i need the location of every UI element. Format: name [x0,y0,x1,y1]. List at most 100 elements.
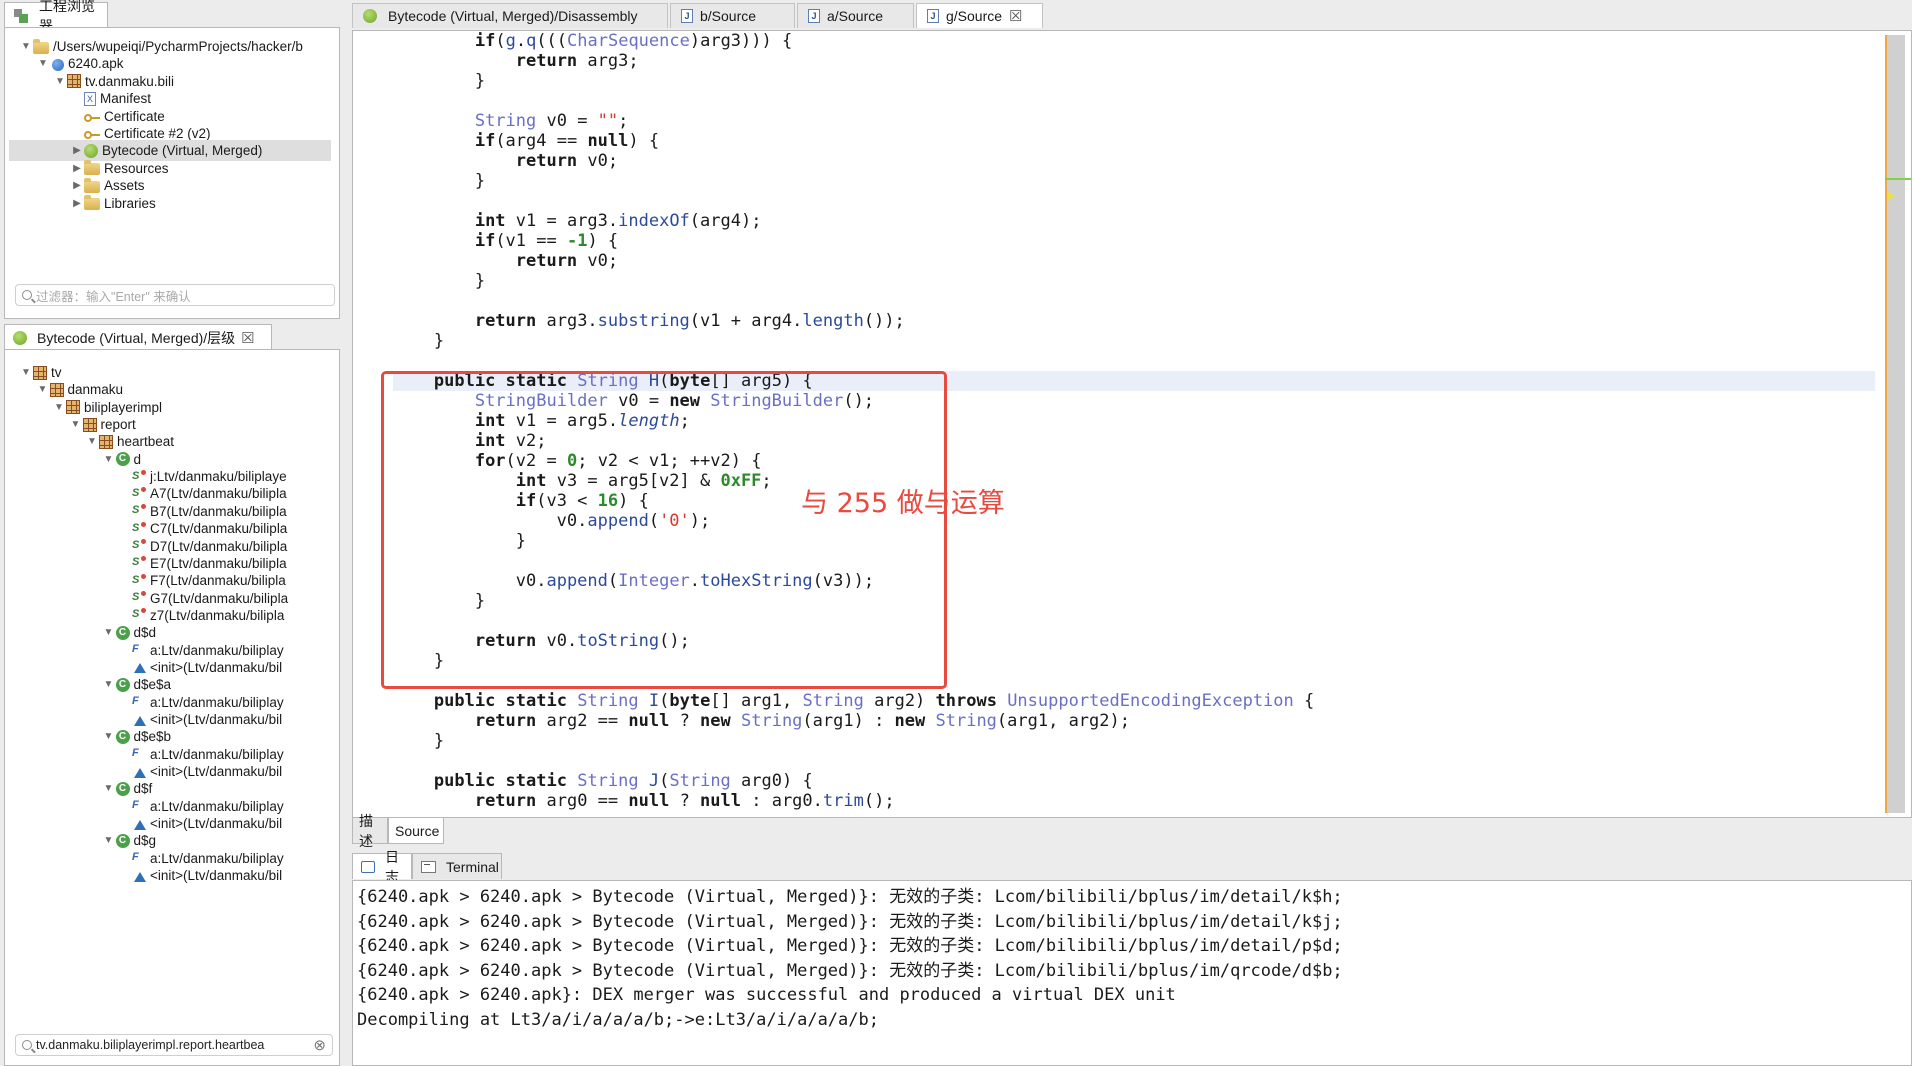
code-token: byte [669,691,711,711]
expand-arrow-icon[interactable]: ▼ [36,58,50,69]
clear-search-icon[interactable]: ⊗ [313,1036,326,1054]
class-icon: C [115,833,130,848]
expand-arrow-icon[interactable]: ▼ [36,384,50,395]
expand-arrow-icon[interactable]: ▼ [102,627,116,638]
code-line[interactable]: } [475,271,485,291]
collapse-arrow-icon[interactable]: ▶ [70,180,84,191]
project-explorer-panel: ▼/Users/wupeiqi/PycharmProjects/hacker/b… [4,27,340,319]
code-line[interactable]: if(v1 == -1) { [475,231,618,251]
expand-arrow-icon[interactable]: ▼ [52,402,66,413]
android-icon [13,330,27,345]
tab-editor-2[interactable]: Ja/Source [797,3,914,28]
tab-console-1[interactable]: Terminal [412,853,502,879]
expand-arrow-icon[interactable]: ▼ [102,731,116,742]
close-icon[interactable]: ☒ [241,329,254,347]
class-icon: C [115,625,130,640]
tab-project-explorer[interactable]: 工程浏览器 [4,0,108,34]
folder-icon [84,160,100,176]
expand-arrow-icon[interactable]: ▼ [19,41,33,52]
source-code[interactable]: if(g.q(((CharSequence)arg3))) {return ar… [353,31,1911,817]
search-value: tv.danmaku.biliplayerimpl.report.heartbe… [36,1038,265,1052]
code-token: ((( [536,31,568,51]
code-line[interactable]: return arg0 == null ? null : arg0.trim()… [475,791,895,811]
tree-item-label: B7(Ltv/danmaku/bilipla [150,503,287,519]
java-file-icon: J [808,9,820,23]
code-token: return [474,711,537,731]
code-token: null [587,131,629,151]
code-token: int [474,211,506,231]
code-token: g [505,31,516,51]
vertical-scrollbar[interactable] [1875,31,1911,817]
code-token: v1 = arg3. [505,211,619,231]
tab-editor-3[interactable]: Jg/Source ☒ [916,3,1043,28]
expand-arrow-icon[interactable]: ▼ [19,367,33,378]
code-token: String [802,691,864,711]
expand-arrow-icon[interactable]: ▼ [102,835,116,846]
collapse-arrow-icon[interactable]: ▶ [70,163,84,174]
code-line[interactable]: int v1 = arg3.indexOf(arg4); [475,211,762,231]
tab-hierarchy[interactable]: Bytecode (Virtual, Merged)/层级 ☒ [4,324,272,350]
code-line[interactable]: } [434,331,444,351]
tree-item-label: heartbeat [117,434,175,450]
tree-item[interactable]: <init>(Ltv/danmaku/bil [118,865,331,886]
code-line[interactable]: public static String I(byte[] arg1, Stri… [434,691,1314,711]
code-line[interactable]: return arg2 == null ? new String(arg1) :… [475,711,1130,731]
code-line[interactable]: if(arg4 == null) { [475,131,659,151]
code-token: UnsupportedEncodingException [1007,691,1294,711]
code-line[interactable]: return v0; [516,251,618,271]
tree-item-label: <init>(Ltv/danmaku/bil [150,816,283,832]
tab-view-1[interactable]: Source [388,818,444,844]
code-token: { [1293,691,1315,711]
method-icon: S [132,486,146,501]
code-token: if [474,131,496,151]
expand-arrow-icon[interactable]: ▼ [102,679,116,690]
tab-editor-0[interactable]: Bytecode (Virtual, Merged)/Disassembly [352,3,668,28]
expand-arrow-icon[interactable]: ▼ [85,436,99,447]
field-icon: F [132,643,139,656]
hierarchy-search-input[interactable]: tv.danmaku.biliplayerimpl.report.heartbe… [15,1034,333,1056]
collapse-arrow-icon[interactable]: ▶ [70,198,84,209]
expand-arrow-icon[interactable]: ▼ [102,454,116,465]
code-token: substring [597,311,690,331]
code-token: null [628,791,670,811]
scrollbar-track[interactable] [1885,35,1905,813]
code-token: -1 [566,231,588,251]
code-line[interactable]: if(g.q(((CharSequence)arg3))) { [475,31,792,51]
tab-label: a/Source [827,8,884,24]
tree-item-label: report [100,417,136,433]
code-token: throws [935,691,1008,711]
tree-item-label: j:Ltv/danmaku/biliplaye [150,469,287,485]
code-line[interactable]: String v0 = ""; [475,111,629,131]
code-token: CharSequence [567,31,690,51]
class-icon: C [115,781,130,796]
code-editor[interactable]: if(g.q(((CharSequence)arg3))) {return ar… [352,30,1912,818]
code-line[interactable]: return v0; [516,151,618,171]
tab-view-0[interactable]: 描述 [352,813,388,849]
tree-item-label: d$e$a [133,677,172,693]
explorer-filter-input[interactable]: 过滤器：输入"Enter" 来确认 [15,284,335,306]
expand-arrow-icon[interactable]: ▼ [53,76,67,87]
code-token: return [474,311,537,331]
collapse-arrow-icon[interactable]: ▶ [70,145,84,156]
code-token: String [741,711,803,731]
tab-editor-1[interactable]: Jb/Source [670,3,795,28]
code-line[interactable]: } [475,71,485,91]
expand-arrow-icon[interactable]: ▼ [102,783,116,794]
tab-console-0[interactable]: 日志 [352,849,412,885]
tab-label: Terminal [446,858,499,875]
tree-item[interactable]: ▶ Libraries [70,193,331,214]
method-icon: S [132,608,146,622]
code-line[interactable]: public static String J(String arg0) { [434,771,813,791]
code-token: length [802,311,864,331]
code-token: arg2) [863,691,936,711]
code-line[interactable]: return arg3; [516,51,639,71]
code-token: return [474,791,537,811]
code-token: new [894,711,936,731]
code-line[interactable]: } [475,171,485,191]
close-tab-icon[interactable]: ☒ [1009,7,1022,25]
code-line[interactable]: } [434,731,444,751]
code-line[interactable]: return arg3.substring(v1 + arg4.length()… [475,311,905,331]
log-console[interactable]: {6240.apk > 6240.apk > Bytecode (Virtual… [352,880,1912,1066]
expand-arrow-icon[interactable]: ▼ [69,419,83,430]
package-icon [82,417,97,432]
